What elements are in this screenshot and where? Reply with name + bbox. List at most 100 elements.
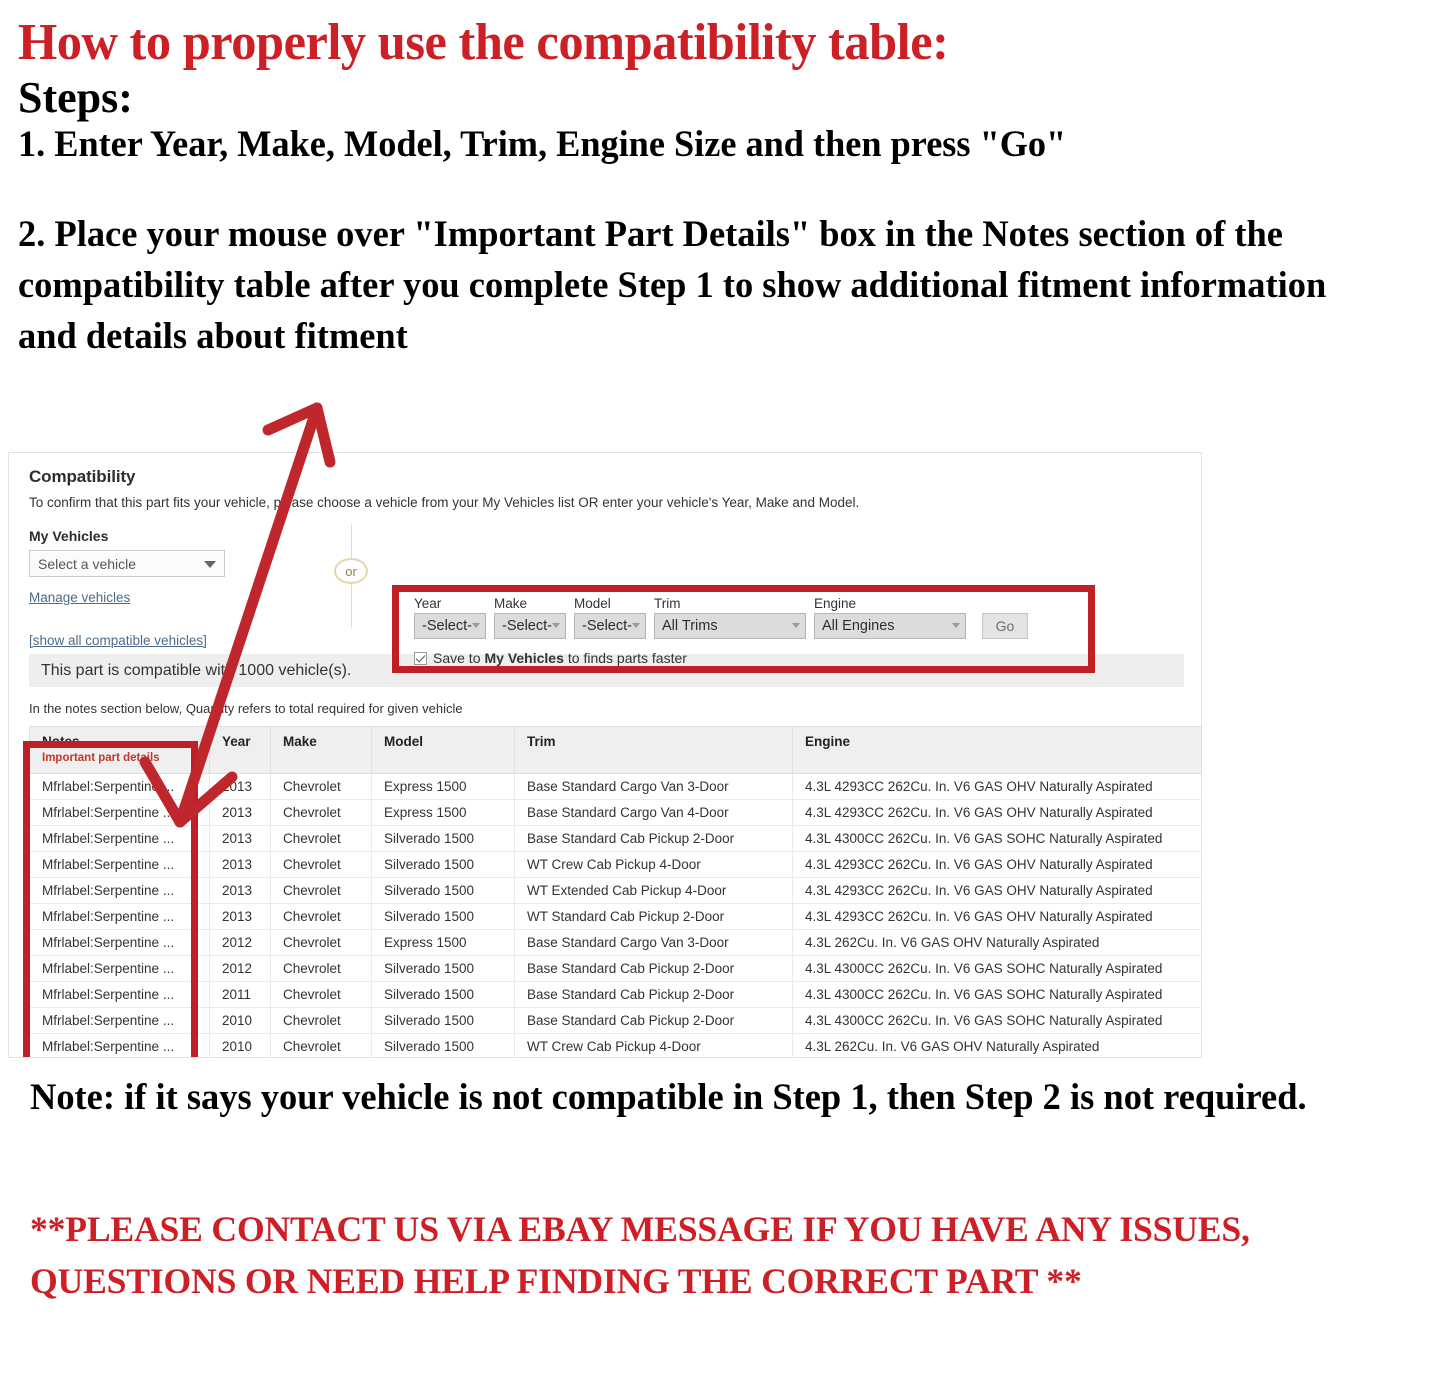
- table-row: Mfrlabel:Serpentine ... 2012 Chevrolet Silv…: [29, 955, 1201, 982]
- cell-make: Chevrolet: [270, 851, 372, 878]
- cell-model: Silverado 1500: [371, 1033, 515, 1057]
- cell-trim: WT Standard Cab Pickup 2-Door: [514, 903, 793, 930]
- column-header-notes: Notes Important part details: [29, 726, 210, 774]
- or-separator: or: [332, 524, 372, 628]
- save-vehicle-checkbox[interactable]: [414, 651, 427, 665]
- table-row: Mfrlabel:Serpentine ... 2013 Chevrolet Silv…: [29, 903, 1201, 930]
- year-select-value: -Select-: [422, 618, 472, 634]
- cell-engine: 4.3L 4293CC 262Cu. In. V6 GAS OHV Natura…: [792, 903, 1201, 930]
- cell-model: Silverado 1500: [371, 877, 515, 904]
- cell-trim: Base Standard Cab Pickup 2-Door: [514, 825, 793, 852]
- cell-trim: Base Standard Cargo Van 4-Door: [514, 799, 793, 826]
- instructions-block: How to properly use the compatibility ta…: [0, 0, 1400, 362]
- cell-notes[interactable]: Mfrlabel:Serpentine ...: [29, 903, 210, 930]
- trim-select[interactable]: All Trims: [654, 613, 806, 639]
- chevron-down-icon: [472, 623, 480, 628]
- cell-engine: 4.3L 4293CC 262Cu. In. V6 GAS OHV Natura…: [792, 773, 1201, 800]
- cell-year: 2011: [209, 981, 271, 1008]
- go-button[interactable]: Go: [982, 613, 1028, 639]
- step-2-text: 2. Place your mouse over "Important Part…: [18, 213, 1327, 357]
- cell-year: 2010: [209, 1007, 271, 1034]
- chevron-down-icon: [204, 561, 216, 568]
- cell-make: Chevrolet: [270, 825, 372, 852]
- cell-year: 2013: [209, 903, 271, 930]
- compatibility-table: Notes Important part details Year Make M…: [29, 726, 1201, 1057]
- cell-engine: 4.3L 4300CC 262Cu. In. V6 GAS SOHC Natur…: [792, 825, 1201, 852]
- chevron-down-icon: [632, 623, 640, 628]
- my-vehicles-column: My Vehicles Select a vehicle Manage vehi…: [29, 528, 279, 648]
- table-row: Mfrlabel:Serpentine ... 2013 Chevrolet Silv…: [29, 851, 1201, 878]
- cell-engine: 4.3L 4293CC 262Cu. In. V6 GAS OHV Natura…: [792, 851, 1201, 878]
- column-header-make: Make: [270, 726, 372, 774]
- save-text-before: Save to: [433, 650, 481, 666]
- form-fields-row: Year -Select- Make -Select- Model -Selec…: [414, 596, 1028, 639]
- cell-model: Silverado 1500: [371, 1007, 515, 1034]
- column-header-year: Year: [209, 726, 271, 774]
- cell-model: Silverado 1500: [371, 981, 515, 1008]
- chevron-down-icon: [952, 623, 960, 628]
- important-part-details-label: Important part details: [42, 752, 160, 764]
- my-vehicles-label: My Vehicles: [29, 528, 109, 544]
- cell-notes[interactable]: Mfrlabel:Serpentine ...: [29, 981, 210, 1008]
- cell-make: Chevrolet: [270, 1033, 372, 1057]
- engine-label: Engine: [814, 596, 857, 611]
- table-row: Mfrlabel:Serpentine ... 2013 Chevrolet Expr…: [29, 773, 1201, 800]
- cell-model: Express 1500: [371, 799, 515, 826]
- model-select-value: -Select-: [582, 618, 632, 634]
- compatibility-table-body: Mfrlabel:Serpentine ... 2013 Chevrolet Expr…: [29, 773, 1201, 1057]
- cell-engine: 4.3L 4300CC 262Cu. In. V6 GAS SOHC Natur…: [792, 955, 1201, 982]
- cell-notes[interactable]: Mfrlabel:Serpentine ...: [29, 877, 210, 904]
- cell-make: Chevrolet: [270, 903, 372, 930]
- cell-year: 2013: [209, 773, 271, 800]
- cell-notes[interactable]: Mfrlabel:Serpentine ...: [29, 929, 210, 956]
- cell-notes[interactable]: Mfrlabel:Serpentine ...: [29, 851, 210, 878]
- cell-make: Chevrolet: [270, 877, 372, 904]
- manage-vehicles-link[interactable]: Manage vehicles: [29, 590, 279, 605]
- year-label: Year: [414, 596, 442, 611]
- engine-select[interactable]: All Engines: [814, 613, 966, 639]
- cell-engine: 4.3L 4300CC 262Cu. In. V6 GAS SOHC Natur…: [792, 1007, 1201, 1034]
- cell-trim: Base Standard Cargo Van 3-Door: [514, 929, 793, 956]
- cell-notes[interactable]: Mfrlabel:Serpentine ...: [29, 1033, 210, 1057]
- compatibility-heading: Compatibility: [29, 467, 136, 486]
- compatibility-subtitle: To confirm that this part fits your vehi…: [29, 495, 860, 510]
- contact-text: **PLEASE CONTACT US VIA EBAY MESSAGE IF …: [30, 1209, 1250, 1302]
- cell-notes[interactable]: Mfrlabel:Serpentine ...: [29, 955, 210, 982]
- cell-model: Silverado 1500: [371, 825, 515, 852]
- save-to-my-vehicles-row[interactable]: Save to My Vehicles to finds parts faste…: [414, 650, 1028, 666]
- model-select[interactable]: -Select-: [574, 613, 646, 639]
- cell-model: Express 1500: [371, 773, 515, 800]
- cell-year: 2012: [209, 929, 271, 956]
- make-select[interactable]: -Select-: [494, 613, 566, 639]
- chevron-down-icon: [792, 623, 800, 628]
- show-all-compatible-vehicles-link[interactable]: [show all compatible vehicles]: [29, 633, 279, 648]
- notes-quantity-hint: In the notes section below, Quantity ref…: [29, 701, 463, 716]
- cell-engine: 4.3L 262Cu. In. V6 GAS OHV Naturally Asp…: [792, 929, 1201, 956]
- cell-notes[interactable]: Mfrlabel:Serpentine ...: [29, 773, 210, 800]
- cell-notes[interactable]: Mfrlabel:Serpentine ...: [29, 825, 210, 852]
- cell-year: 2013: [209, 799, 271, 826]
- my-vehicles-select[interactable]: Select a vehicle: [29, 550, 225, 577]
- cell-engine: 4.3L 4300CC 262Cu. In. V6 GAS SOHC Natur…: [792, 981, 1201, 1008]
- save-text-bold: My Vehicles: [484, 650, 564, 666]
- cell-model: Silverado 1500: [371, 851, 515, 878]
- column-header-model: Model: [371, 726, 515, 774]
- steps-label: Steps:: [18, 73, 133, 123]
- cell-year: 2010: [209, 1033, 271, 1057]
- or-badge: or: [334, 558, 368, 584]
- cell-trim: Base Standard Cab Pickup 2-Door: [514, 1007, 793, 1034]
- trim-label: Trim: [654, 596, 681, 611]
- field-make: Make -Select-: [494, 596, 566, 639]
- cell-notes[interactable]: Mfrlabel:Serpentine ...: [29, 1007, 210, 1034]
- cell-notes[interactable]: Mfrlabel:Serpentine ...: [29, 799, 210, 826]
- my-vehicles-select-value: Select a vehicle: [38, 556, 137, 572]
- cell-make: Chevrolet: [270, 773, 372, 800]
- field-trim: Trim All Trims: [654, 596, 806, 639]
- cell-model: Silverado 1500: [371, 903, 515, 930]
- column-header-engine: Engine: [792, 726, 1201, 774]
- cell-year: 2012: [209, 955, 271, 982]
- cell-engine: 4.3L 4293CC 262Cu. In. V6 GAS OHV Natura…: [792, 877, 1201, 904]
- engine-select-value: All Engines: [822, 618, 895, 634]
- field-year: Year -Select-: [414, 596, 486, 639]
- year-select[interactable]: -Select-: [414, 613, 486, 639]
